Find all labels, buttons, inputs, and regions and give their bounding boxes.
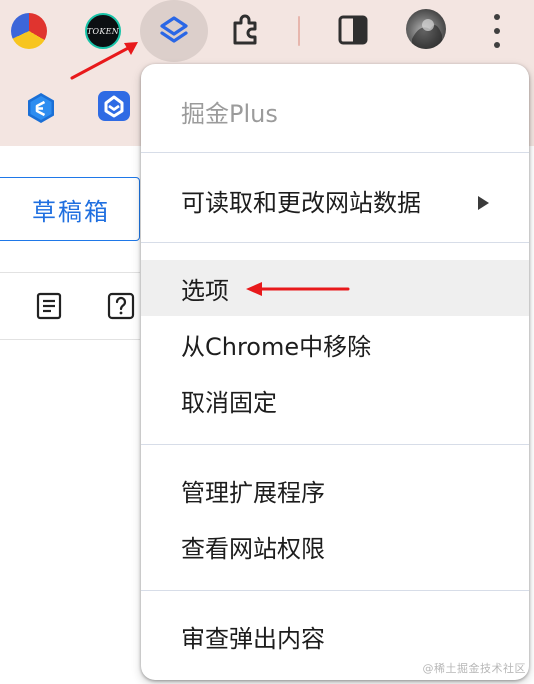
content-divider [0, 339, 140, 340]
menu-item-label: 取消固定 [181, 388, 277, 417]
drafts-button-label: 草稿箱 [32, 197, 110, 226]
drafts-button[interactable]: 草稿箱 [0, 177, 140, 241]
profile-avatar[interactable] [406, 9, 446, 49]
menu-separator [141, 242, 529, 243]
menu-item-remove-from-chrome[interactable]: 从Chrome中移除 [141, 316, 529, 372]
menu-item-label: 管理扩展程序 [181, 478, 325, 507]
extension-context-menu: 掘金Plus 可读取和更改网站数据 选项 从Chrome中移除 取消固定 管理扩… [141, 64, 529, 680]
menu-separator [141, 590, 529, 591]
blue-square-icon[interactable] [98, 91, 130, 121]
menu-item-unpin[interactable]: 取消固定 [141, 372, 529, 428]
menu-item-label: 审查弹出内容 [181, 624, 325, 653]
more-options-icon[interactable] [486, 12, 508, 50]
menu-item-inspect-popup[interactable]: 审查弹出内容 [141, 608, 529, 664]
menu-item-label: 从Chrome中移除 [181, 332, 372, 361]
blue-hexagon-icon[interactable] [25, 92, 57, 128]
content-divider [0, 272, 140, 273]
screenshot-stage: TOKEN 草稿箱 掘金Plus 可读取和更改网站数据 选项 从Chrome中移… [0, 0, 534, 684]
menu-separator [141, 152, 529, 153]
menu-item-view-site-permissions[interactable]: 查看网站权限 [141, 518, 529, 574]
menu-separator [141, 444, 529, 445]
menu-item-label: 查看网站权限 [181, 534, 325, 563]
menu-item-label: 选项 [181, 276, 229, 305]
toolbar-divider [298, 16, 300, 46]
side-panel-icon[interactable] [337, 14, 369, 50]
annotation-arrow-options [246, 282, 350, 296]
juejin-plus-extension-button[interactable] [140, 0, 208, 62]
help-icon[interactable] [107, 292, 135, 324]
document-icon[interactable] [35, 292, 63, 324]
pie-chart-extension-icon[interactable] [11, 13, 47, 49]
menu-title: 掘金Plus [181, 100, 278, 128]
token-badge-text: TOKEN [86, 26, 120, 36]
menu-item-manage-extensions[interactable]: 管理扩展程序 [141, 462, 529, 518]
menu-item-site-data[interactable]: 可读取和更改网站数据 [141, 172, 529, 228]
submenu-arrow-icon [478, 196, 489, 210]
watermark-text: @稀土掘金技术社区 [422, 662, 526, 675]
extensions-puzzle-icon[interactable] [226, 10, 266, 54]
annotation-arrow-top [70, 42, 138, 80]
juejin-layers-icon [160, 16, 188, 43]
menu-item-label: 可读取和更改网站数据 [181, 188, 421, 217]
